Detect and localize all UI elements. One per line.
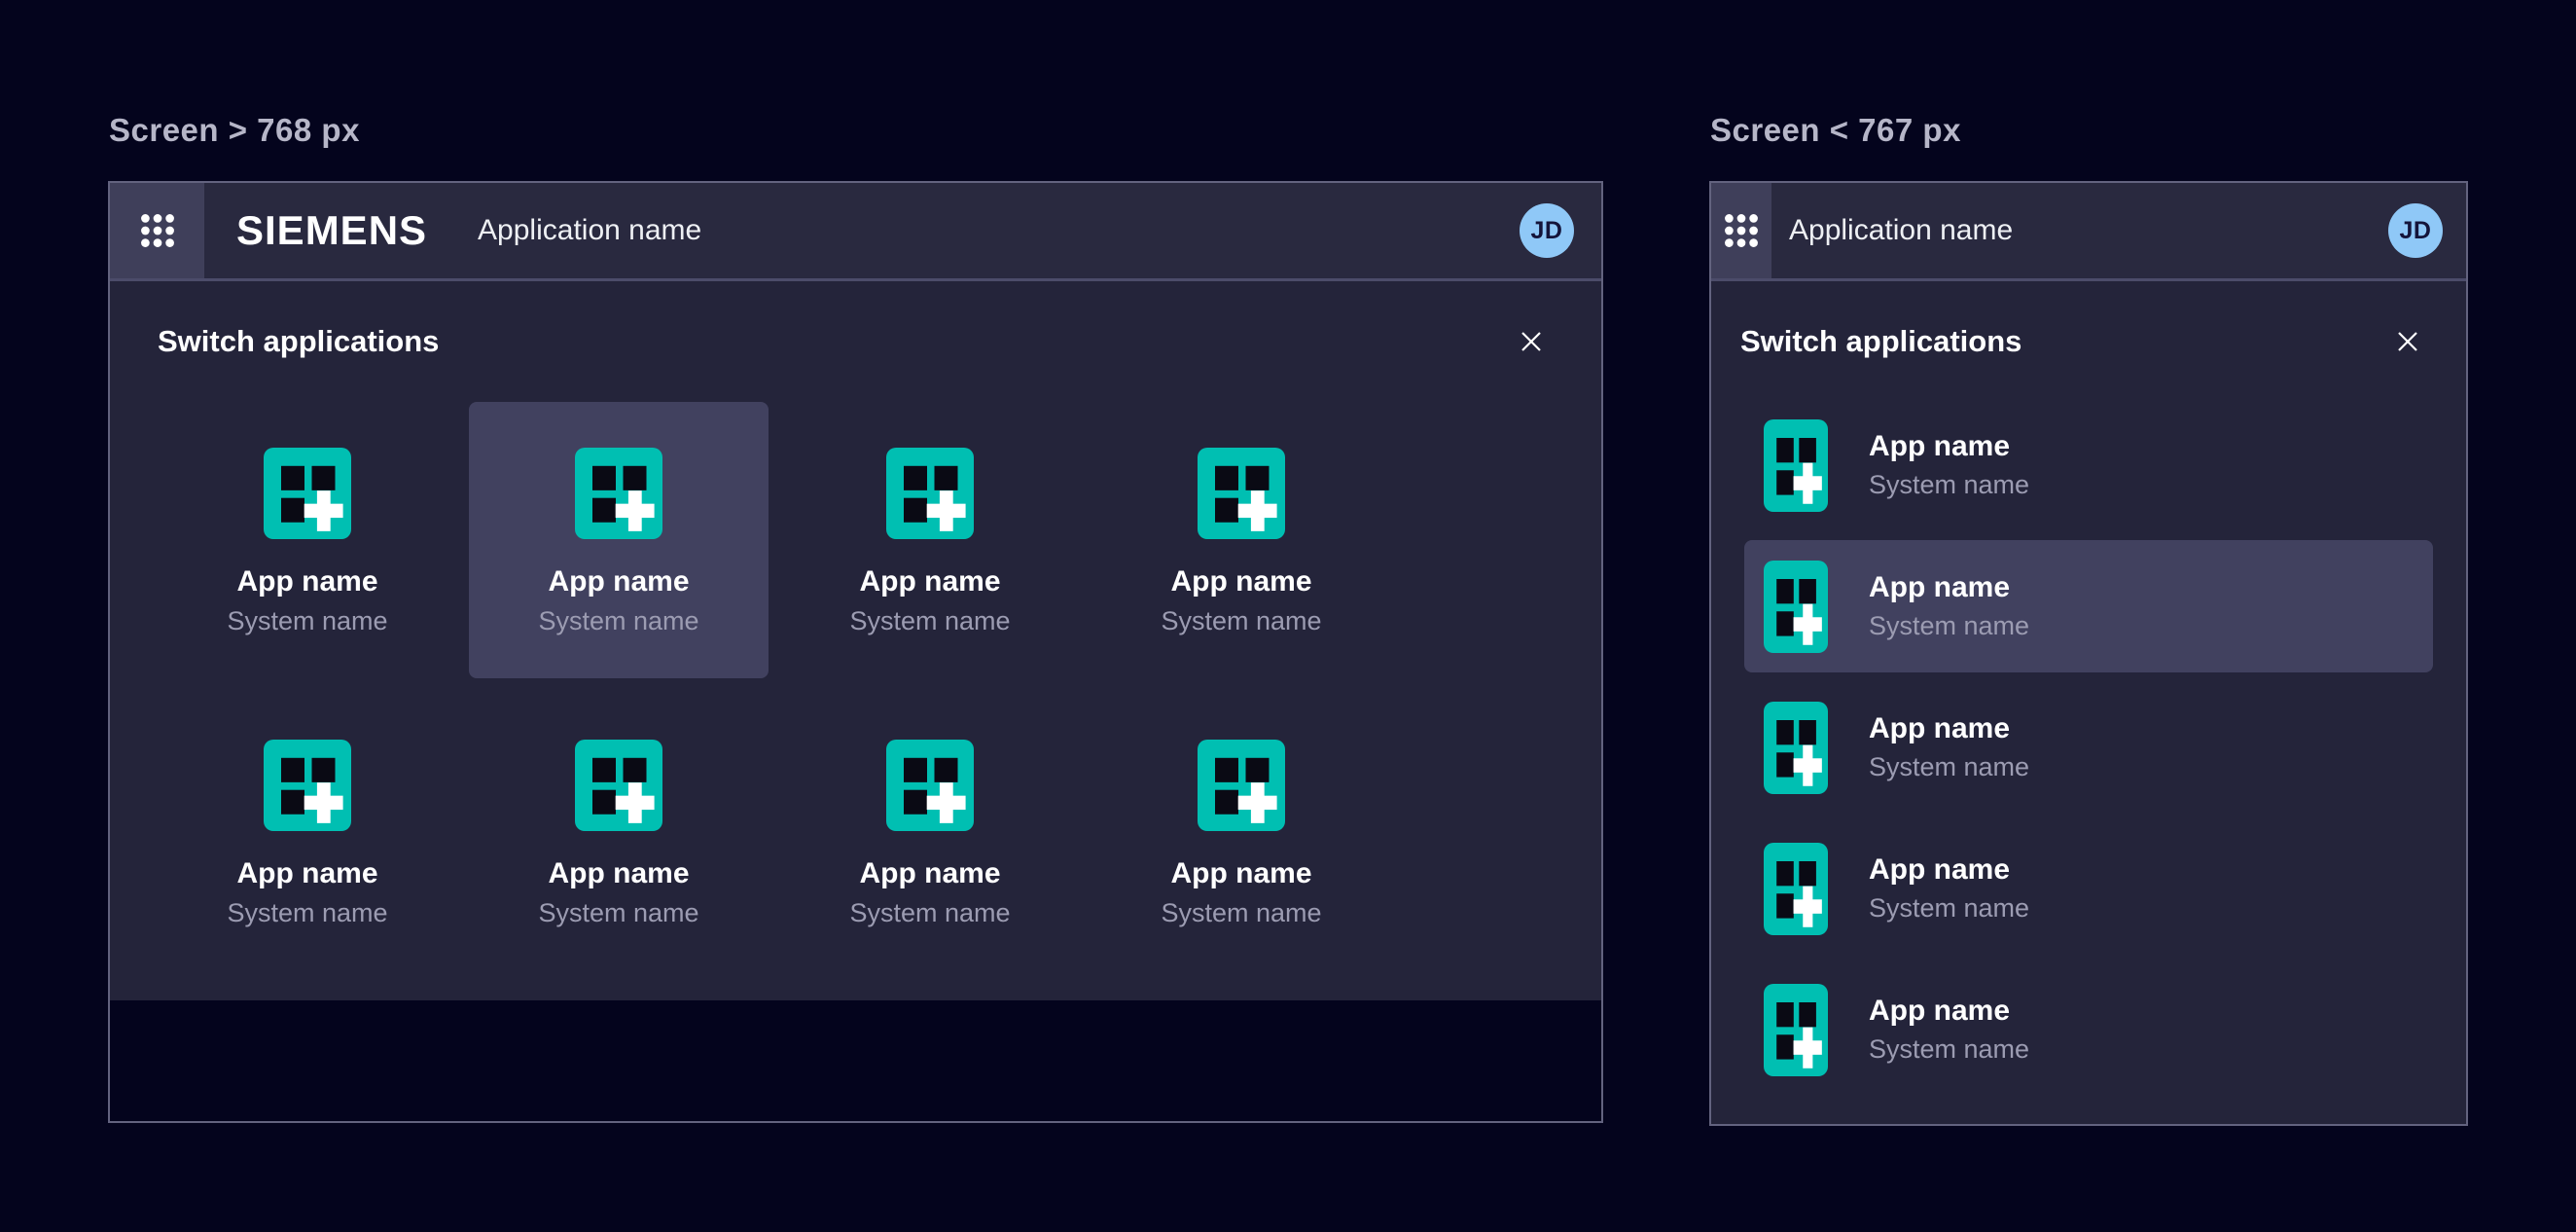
app-name-label: App name: [1869, 430, 2029, 463]
app-list-item[interactable]: App name System name: [1744, 399, 2433, 531]
overlay-header: Switch applications: [1711, 281, 2466, 402]
breakpoint-label-desktop: Screen > 768 px: [109, 109, 1603, 152]
overlay-title: Switch applications: [1740, 324, 2021, 359]
mobile-mockup: Screen < 767 px Application name JD Swit…: [1709, 109, 2468, 1126]
app-tile[interactable]: App name System name: [158, 694, 457, 970]
app-tile-icon: [1764, 561, 1828, 653]
system-name-label: System name: [538, 606, 698, 636]
app-name-label: App name: [548, 565, 689, 598]
app-list-item[interactable]: App name System name: [1744, 822, 2433, 955]
app-name-label: App name: [1869, 995, 2029, 1028]
system-name-label: System name: [1869, 752, 2029, 782]
system-name-label: System name: [1161, 606, 1321, 636]
app-tile-icon: [1764, 984, 1828, 1076]
app-item-text: App name System name: [1869, 712, 2029, 782]
tile-row: App name System name App name System nam…: [158, 694, 1601, 970]
app-launcher-grid-icon: [137, 210, 178, 251]
close-button[interactable]: [2388, 322, 2427, 361]
system-name-label: System name: [1869, 611, 2029, 641]
mobile-window: Application name JD Switch applications …: [1709, 181, 2468, 1126]
app-list-item[interactable]: App name System name: [1744, 540, 2433, 672]
desktop-mockup: Screen > 768 px SIEMENS Application name…: [108, 109, 1603, 1123]
app-name-label: App name: [859, 565, 1000, 598]
close-icon: [1515, 325, 1548, 358]
app-tile[interactable]: App name System name: [158, 402, 457, 678]
app-tile-icon: [886, 740, 974, 831]
system-name-label: System name: [849, 606, 1010, 636]
system-name-label: System name: [538, 898, 698, 928]
app-launcher-button[interactable]: [110, 183, 204, 278]
app-name-label: App name: [236, 565, 377, 598]
app-tile[interactable]: App name System name: [780, 694, 1080, 970]
tile-row: App name System name App name System nam…: [158, 402, 1601, 678]
app-item-text: App name System name: [1869, 430, 2029, 500]
app-list-item[interactable]: App name System name: [1744, 963, 2433, 1096]
breakpoint-label-mobile: Screen < 767 px: [1710, 109, 2468, 152]
close-icon: [2391, 325, 2424, 358]
user-avatar[interactable]: JD: [2388, 203, 2443, 258]
app-item-text: App name System name: [1869, 853, 2029, 924]
app-tile-icon: [886, 448, 974, 539]
app-name-label: App name: [859, 857, 1000, 890]
application-name-title: Application name: [1789, 214, 2013, 247]
app-tile-icon: [1764, 702, 1828, 794]
app-tile-grid: App name System name App name System nam…: [110, 402, 1601, 970]
app-list-item-clipped[interactable]: App name System name: [1744, 1105, 2433, 1126]
system-name-label: System name: [1869, 1034, 2029, 1065]
app-name-label: App name: [236, 857, 377, 890]
close-button[interactable]: [1512, 322, 1551, 361]
user-avatar[interactable]: JD: [1520, 203, 1574, 258]
app-item-text: App name System name: [1869, 571, 2029, 641]
app-tile-icon: [575, 448, 662, 539]
app-header: Application name JD: [1711, 183, 2466, 281]
app-tile-icon: [1764, 1125, 1828, 1127]
system-name-label: System name: [227, 606, 387, 636]
app-tile[interactable]: App name System name: [1091, 694, 1391, 970]
system-name-label: System name: [227, 898, 387, 928]
app-tile[interactable]: App name System name: [780, 402, 1080, 678]
app-tile[interactable]: App name System name: [1091, 402, 1391, 678]
desktop-window: SIEMENS Application name JD Switch appli…: [108, 181, 1603, 1123]
app-name-label: App name: [1869, 712, 2029, 745]
app-tile-icon: [264, 448, 351, 539]
app-tile-icon: [264, 740, 351, 831]
app-launcher-grid-icon: [1721, 210, 1762, 251]
system-name-label: System name: [1869, 470, 2029, 500]
overlay-header: Switch applications: [110, 281, 1601, 402]
system-name-label: System name: [849, 898, 1010, 928]
app-tile-icon: [1198, 740, 1285, 831]
app-item-text: App name System name: [1869, 995, 2029, 1065]
app-header: SIEMENS Application name JD: [110, 183, 1601, 281]
app-list-item[interactable]: App name System name: [1744, 681, 2433, 814]
switch-applications-overlay: Switch applications App name System name: [1711, 281, 2466, 1126]
app-tile-icon: [1764, 843, 1828, 935]
system-name-label: System name: [1869, 893, 2029, 924]
application-name-title: Application name: [478, 214, 701, 247]
switch-applications-overlay: Switch applications App name System name…: [110, 281, 1601, 1000]
app-tile[interactable]: App name System name: [469, 694, 769, 970]
app-launcher-button[interactable]: [1711, 183, 1771, 278]
app-name-label: App name: [1170, 857, 1311, 890]
app-tile[interactable]: App name System name: [469, 402, 769, 678]
app-list: App name System name App name System nam…: [1711, 399, 2466, 1126]
system-name-label: System name: [1161, 898, 1321, 928]
app-name-label: App name: [1869, 853, 2029, 887]
app-name-label: App name: [548, 857, 689, 890]
overlay-title: Switch applications: [158, 324, 439, 359]
app-tile-icon: [1198, 448, 1285, 539]
app-tile-icon: [575, 740, 662, 831]
siemens-logo: SIEMENS: [236, 207, 427, 254]
app-tile-icon: [1764, 419, 1828, 512]
app-name-label: App name: [1869, 571, 2029, 604]
app-name-label: App name: [1170, 565, 1311, 598]
